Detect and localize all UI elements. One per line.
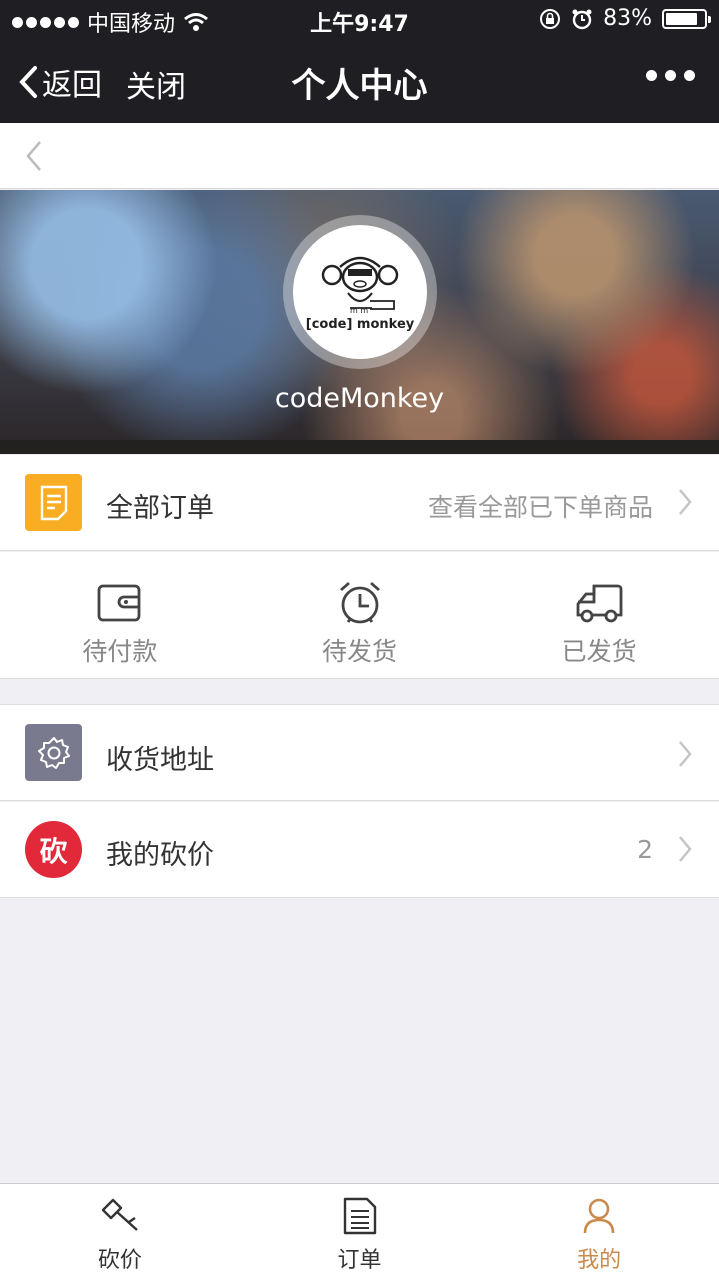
- tab-mine[interactable]: 我的: [479, 1184, 719, 1280]
- my-bargains-count: 2: [637, 835, 653, 864]
- avatar[interactable]: m m [code] monkey: [293, 225, 427, 359]
- page-back-icon[interactable]: [24, 139, 44, 173]
- alarm-clock-icon: [336, 580, 384, 626]
- top-bar: 中国移动 上午9:47 83% 返回 关闭 个人中心: [0, 0, 719, 123]
- tab-label: 我的: [577, 1248, 622, 1273]
- my-bargains-label: 我的砍价: [106, 840, 214, 871]
- list-icon: [343, 1196, 377, 1236]
- battery-percent: 83%: [603, 6, 652, 31]
- bargain-badge-icon: 砍: [25, 821, 82, 878]
- status-item-shipped[interactable]: 已发货: [479, 552, 719, 678]
- shipping-address-row[interactable]: 收货地址: [0, 704, 719, 801]
- truck-icon: [574, 580, 624, 626]
- battery-fill: [666, 12, 697, 25]
- svg-text:m m: m m: [350, 306, 368, 315]
- chevron-right-icon: [679, 836, 692, 862]
- close-button[interactable]: 关闭: [126, 62, 186, 106]
- page-back-bar: [0, 123, 719, 189]
- more-menu-button[interactable]: [646, 70, 695, 81]
- monkey-logo-icon: m m: [321, 256, 399, 315]
- document-icon: [25, 474, 82, 531]
- gear-icon: [25, 724, 82, 781]
- status-label: 已发货: [561, 637, 637, 666]
- chevron-right-icon: [679, 741, 692, 767]
- avatar-logo-text: [code] monkey: [305, 316, 415, 332]
- status-label: 待付款: [82, 637, 158, 666]
- user-icon: [582, 1196, 616, 1236]
- status-bar: 中国移动 上午9:47 83%: [0, 0, 719, 40]
- status-item-pending-payment[interactable]: 待付款: [0, 552, 240, 678]
- my-bargains-row[interactable]: 砍 我的砍价 2: [0, 802, 719, 898]
- page-title: 个人中心: [291, 66, 428, 106]
- tab-label: 订单: [337, 1248, 382, 1273]
- shipping-address-label: 收货地址: [106, 745, 214, 776]
- battery-icon: [662, 8, 711, 29]
- all-orders-row[interactable]: 全部订单 查看全部已下单商品: [0, 455, 719, 551]
- back-label: 返回: [42, 68, 102, 103]
- username: codeMonkey: [274, 383, 445, 414]
- status-label: 待发货: [322, 637, 398, 666]
- all-orders-hint: 查看全部已下单商品: [427, 493, 653, 522]
- tab-bar: 砍价 订单 我的: [0, 1183, 719, 1280]
- chevron-left-icon: [19, 66, 37, 98]
- tab-orders[interactable]: 订单: [240, 1184, 480, 1280]
- nav-bar: 返回 关闭 个人中心: [0, 40, 719, 123]
- order-status-bar: 待付款 待发货 已发货: [0, 552, 719, 679]
- chevron-right-icon: [679, 489, 692, 515]
- tab-bargain[interactable]: 砍价: [0, 1184, 240, 1280]
- back-button[interactable]: 返回: [18, 60, 102, 104]
- rotation-lock-icon: [540, 8, 561, 29]
- profile-header: m m [code] monkey codeMonkey: [0, 190, 719, 454]
- header-bottom-shade: [0, 440, 719, 454]
- wallet-icon: [96, 580, 144, 626]
- axe-icon: [99, 1196, 141, 1236]
- avatar-ring: m m [code] monkey: [283, 215, 437, 369]
- status-right: 83%: [539, 6, 711, 31]
- tab-label: 砍价: [97, 1248, 142, 1273]
- status-item-awaiting-shipment[interactable]: 待发货: [240, 552, 480, 678]
- alarm-icon: [572, 9, 592, 29]
- all-orders-label: 全部订单: [106, 493, 214, 524]
